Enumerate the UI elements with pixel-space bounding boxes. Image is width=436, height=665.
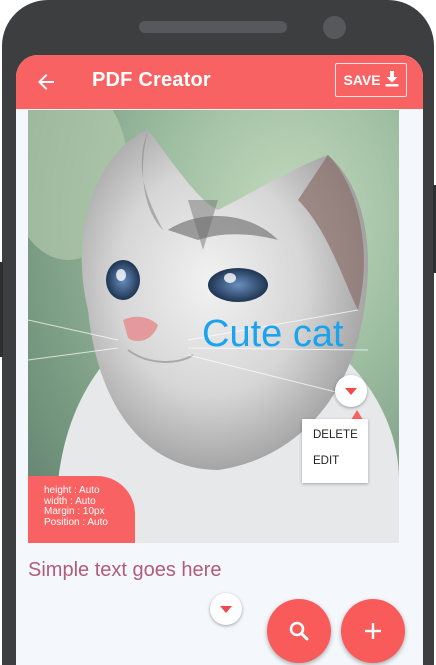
app-screen: PDF Creator SAVE Cute cat DELETE EDIT he…	[16, 55, 423, 665]
search-button[interactable]	[267, 599, 331, 663]
app-bar: PDF Creator SAVE	[16, 55, 423, 109]
simple-text-block[interactable]: Simple text goes here	[28, 559, 221, 582]
arrow-left-icon[interactable]	[34, 70, 58, 94]
download-icon	[385, 70, 399, 90]
property-margin: Margin : 10px	[44, 506, 105, 517]
properties-badge: height : Auto width : Auto Margin : 10px…	[28, 476, 135, 543]
phone-speaker	[139, 21, 287, 33]
save-button-label: SAVE	[343, 72, 381, 88]
property-position: Position : Auto	[44, 516, 108, 528]
menu-item-edit[interactable]: EDIT	[302, 455, 368, 481]
plus-icon	[365, 623, 381, 639]
save-button[interactable]: SAVE	[335, 63, 407, 97]
caret-down-icon[interactable]	[335, 375, 367, 407]
phone-frame: PDF Creator SAVE Cute cat DELETE EDIT he…	[2, 0, 434, 665]
caret-down-icon[interactable]	[210, 593, 242, 625]
property-height: height : Auto	[44, 485, 100, 496]
add-button[interactable]	[341, 599, 405, 663]
page-title: PDF Creator	[92, 69, 211, 91]
caption-text[interactable]: Cute cat	[202, 313, 344, 356]
menu-item-delete[interactable]: DELETE	[302, 429, 368, 455]
search-icon	[289, 621, 309, 641]
phone-side-button	[0, 262, 3, 357]
phone-camera	[323, 16, 346, 39]
context-menu: DELETE EDIT	[302, 419, 368, 483]
